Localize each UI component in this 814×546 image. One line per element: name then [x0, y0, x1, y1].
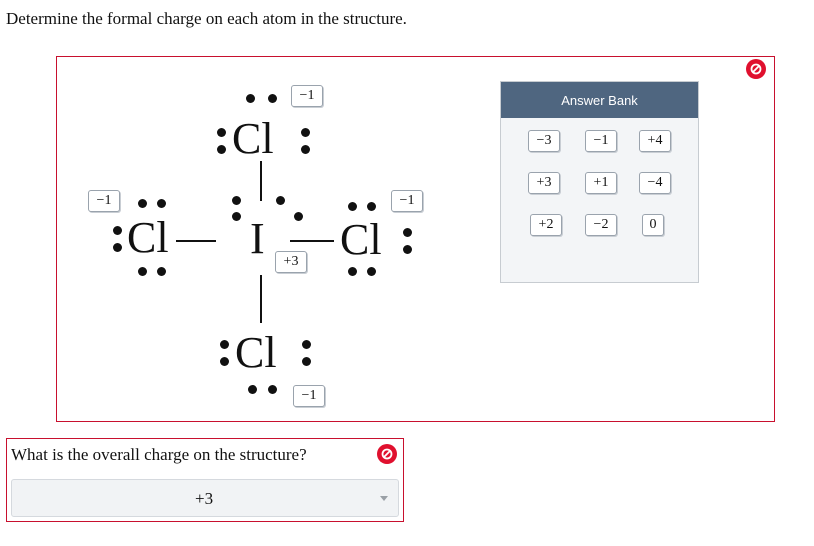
- lone-pair-dot: [367, 267, 376, 276]
- bank-chip[interactable]: −2: [585, 214, 617, 236]
- bank-chip[interactable]: −3: [528, 130, 560, 152]
- charge-chip-bottom[interactable]: −1: [293, 385, 325, 407]
- bank-chip[interactable]: 0: [642, 214, 664, 236]
- overall-charge-label: What is the overall charge on the struct…: [11, 445, 307, 464]
- lone-pair-dot: [157, 267, 166, 276]
- incorrect-icon: [746, 59, 766, 79]
- lone-pair-dot: [302, 340, 311, 349]
- lone-pair-dot: [302, 357, 311, 366]
- question-prompt: Determine the formal charge on each atom…: [6, 9, 407, 28]
- structure-panel: Cl −1 Cl −1 I +3 Cl −1 Cl −1 Answer Bank…: [56, 56, 775, 422]
- lone-pair-dot: [367, 202, 376, 211]
- bank-chip[interactable]: −1: [585, 130, 617, 152]
- bond-left: [176, 240, 216, 242]
- atom-cl-bottom: Cl: [235, 328, 277, 377]
- lone-pair-dot: [301, 128, 310, 137]
- answer-bank-grid: −3 −1 +4 +3 +1 −4 +2 −2 0: [501, 118, 698, 282]
- lone-pair-dot: [294, 212, 303, 221]
- lone-pair-dot: [246, 94, 255, 103]
- overall-charge-question: What is the overall charge on the struct…: [6, 438, 404, 522]
- atom-cl-left: Cl: [127, 213, 169, 262]
- charge-chip-left[interactable]: −1: [88, 190, 120, 212]
- lone-pair-dot: [113, 243, 122, 252]
- lone-pair-dot: [403, 245, 412, 254]
- lone-pair-dot: [157, 199, 166, 208]
- atom-cl-right: Cl: [340, 215, 382, 264]
- lone-pair-dot: [232, 212, 241, 221]
- lone-pair-dot: [301, 145, 310, 154]
- charge-chip-center[interactable]: +3: [275, 251, 307, 273]
- bank-chip[interactable]: +1: [585, 172, 617, 194]
- lewis-structure: Cl −1 Cl −1 I +3 Cl −1 Cl −1: [57, 57, 497, 423]
- lone-pair-dot: [403, 228, 412, 237]
- overall-charge-select[interactable]: +3: [11, 479, 399, 517]
- lone-pair-dot: [217, 145, 226, 154]
- atom-cl-top: Cl: [232, 114, 274, 163]
- caret-down-icon: [380, 496, 388, 501]
- bank-chip[interactable]: +3: [528, 172, 560, 194]
- answer-bank: Answer Bank −3 −1 +4 +3 +1 −4 +2 −2 0: [500, 81, 699, 283]
- lone-pair-dot: [348, 267, 357, 276]
- charge-chip-right[interactable]: −1: [391, 190, 423, 212]
- lone-pair-dot: [268, 385, 277, 394]
- bank-chip[interactable]: −4: [639, 172, 671, 194]
- lone-pair-dot: [113, 226, 122, 235]
- selected-value: +3: [195, 489, 214, 508]
- bond-bottom: [260, 275, 262, 323]
- lone-pair-dot: [248, 385, 257, 394]
- lone-pair-dot: [232, 196, 241, 205]
- bond-right: [290, 240, 334, 242]
- bond-top: [260, 161, 262, 201]
- lone-pair-dot: [220, 357, 229, 366]
- incorrect-icon: [377, 444, 397, 464]
- lone-pair-dot: [220, 340, 229, 349]
- lone-pair-dot: [268, 94, 277, 103]
- lone-pair-dot: [138, 267, 147, 276]
- lone-pair-dot: [217, 128, 226, 137]
- charge-chip-top[interactable]: −1: [291, 85, 323, 107]
- bank-chip[interactable]: +4: [639, 130, 671, 152]
- lone-pair-dot: [348, 202, 357, 211]
- lone-pair-dot: [276, 196, 285, 205]
- answer-bank-title: Answer Bank: [501, 82, 698, 118]
- lone-pair-dot: [138, 199, 147, 208]
- atom-i-center: I: [250, 214, 265, 263]
- bank-chip[interactable]: +2: [530, 214, 562, 236]
